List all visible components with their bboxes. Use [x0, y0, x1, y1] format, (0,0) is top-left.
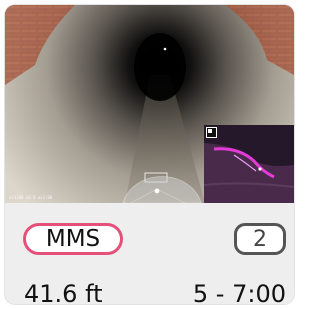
sewer-camera-frame[interactable]: ov1309 n0.0 ov1:00 r 40.9 r2.0 / 01:15:0… — [5, 5, 294, 203]
distance-value: 41.6 ft — [24, 280, 103, 304]
overlay-text-left: ov1309 n0.0 ov1:00 — [9, 195, 53, 200]
picture-in-picture-view[interactable] — [204, 125, 294, 203]
inspection-card[interactable]: ov1309 n0.0 ov1:00 r 40.9 r2.0 / 01:15:0… — [5, 5, 294, 304]
expand-pip-icon[interactable] — [206, 127, 217, 138]
profile-scan-image — [204, 125, 294, 203]
asset-tag-badge[interactable]: MMS — [23, 223, 123, 255]
item-count-badge[interactable]: 2 — [234, 223, 286, 255]
time-range-value: 5 - 7:00 — [192, 280, 286, 304]
inspection-info-panel: MMS 2 41.6 ft 5 - 7:00 — [5, 203, 294, 304]
